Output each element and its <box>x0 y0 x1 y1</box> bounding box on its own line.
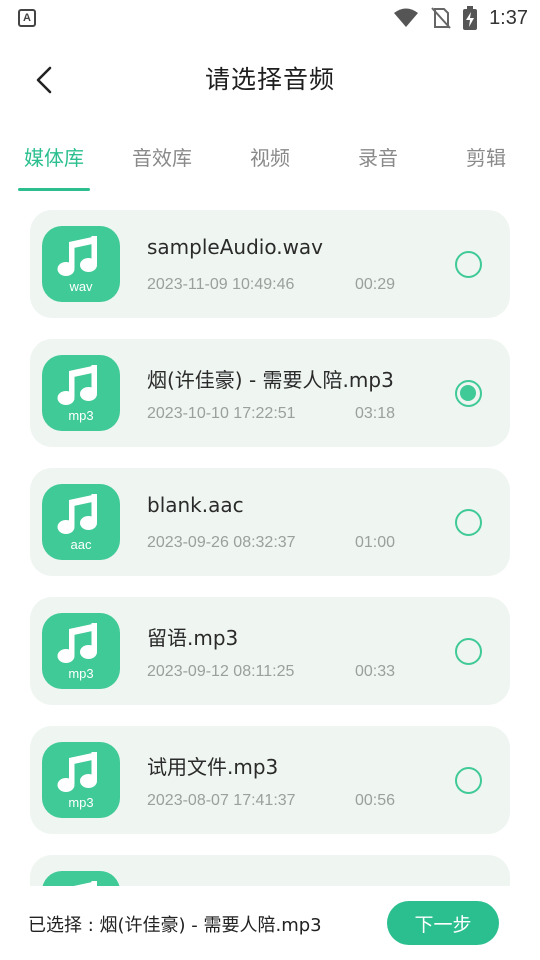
file-name: 留语.mp3 <box>147 626 239 650</box>
file-duration: 00:33 <box>355 663 396 680</box>
file-type-label: mp3 <box>68 666 94 681</box>
file-name: 试用文件.mp3 <box>147 755 279 779</box>
file-type-label: wav <box>69 279 93 294</box>
audio-file-list[interactable]: wav sampleAudio.wav 2023-11-09 10:49:46 … <box>0 210 540 886</box>
list-item[interactable]: mp3 烟(许佳豪) - 需要人陪.mp3 2023-10-10 17:22:5… <box>30 339 510 447</box>
list-item[interactable]: wav sampleAudio.wav 2023-11-09 10:49:46 … <box>30 210 510 318</box>
file-type-label: mp3 <box>68 795 94 810</box>
file-name: blank.aac <box>147 493 244 517</box>
tab-media-library[interactable]: 媒体库 <box>0 142 108 171</box>
audio-thumbnail <box>42 871 120 886</box>
file-date: 2023-10-10 17:22:51 <box>147 405 296 422</box>
music-note-icon <box>57 365 97 405</box>
file-date: 2023-09-12 08:11:25 <box>147 663 295 680</box>
file-duration: 00:29 <box>355 276 396 293</box>
file-date: 2023-08-07 17:41:37 <box>147 792 296 809</box>
page-title: 请选择音频 <box>204 65 335 94</box>
music-note-icon <box>57 623 97 663</box>
music-note-icon <box>73 881 97 886</box>
music-note-icon <box>57 494 97 534</box>
wifi-icon <box>394 8 419 27</box>
select-radio[interactable] <box>455 380 482 407</box>
file-duration: 00:56 <box>355 792 396 809</box>
no-sim-icon <box>431 7 451 29</box>
list-item[interactable]: mp3 留语.mp3 2023-09-12 08:11:25 00:33 <box>30 597 510 705</box>
status-icons: 1:37 <box>393 5 528 31</box>
file-date: 2023-11-09 10:49:46 <box>147 276 295 293</box>
list-item[interactable] <box>30 855 510 886</box>
selected-file-label: 已选择 : 烟(许佳豪) - 需要人陪.mp3 <box>28 915 322 936</box>
next-step-button[interactable]: 下一步 <box>387 901 499 945</box>
audio-thumbnail: mp3 <box>42 355 120 431</box>
status-bar: A 1:37 <box>0 0 540 36</box>
bottom-bar: 已选择 : 烟(许佳豪) - 需要人陪.mp3 下一步 <box>0 886 540 960</box>
tab-bar: 媒体库 音效库 视频 录音 剪辑 <box>0 130 540 194</box>
audio-thumbnail: mp3 <box>42 742 120 818</box>
header: 请选择音频 <box>0 40 540 120</box>
list-item[interactable]: mp3 试用文件.mp3 2023-08-07 17:41:37 00:56 <box>30 726 510 834</box>
music-note-icon <box>57 236 97 276</box>
select-radio[interactable] <box>455 638 482 665</box>
audio-thumbnail: wav <box>42 226 120 302</box>
list-item[interactable]: aac blank.aac 2023-09-26 08:32:37 01:00 <box>30 468 510 576</box>
file-duration: 01:00 <box>355 534 396 551</box>
audio-thumbnail: aac <box>42 484 120 560</box>
status-time: 1:37 <box>489 6 528 29</box>
select-radio[interactable] <box>455 509 482 536</box>
file-name: 烟(许佳豪) - 需要人陪.mp3 <box>147 368 394 392</box>
tab-video[interactable]: 视频 <box>216 142 324 171</box>
tab-recording[interactable]: 录音 <box>324 142 432 171</box>
accessibility-badge-icon: A <box>18 9 36 27</box>
active-tab-indicator <box>18 188 90 191</box>
file-type-label: mp3 <box>68 408 94 423</box>
file-type-label: aac <box>70 537 92 552</box>
file-duration: 03:18 <box>355 405 396 422</box>
audio-thumbnail: mp3 <box>42 613 120 689</box>
select-radio[interactable] <box>455 767 482 794</box>
tab-sound-effects[interactable]: 音效库 <box>108 142 216 171</box>
tab-editing[interactable]: 剪辑 <box>432 142 540 171</box>
music-note-icon <box>57 752 97 792</box>
battery-charging-icon <box>463 6 478 30</box>
file-name: sampleAudio.wav <box>147 235 324 259</box>
file-date: 2023-09-26 08:32:37 <box>147 534 296 551</box>
select-radio[interactable] <box>455 251 482 278</box>
